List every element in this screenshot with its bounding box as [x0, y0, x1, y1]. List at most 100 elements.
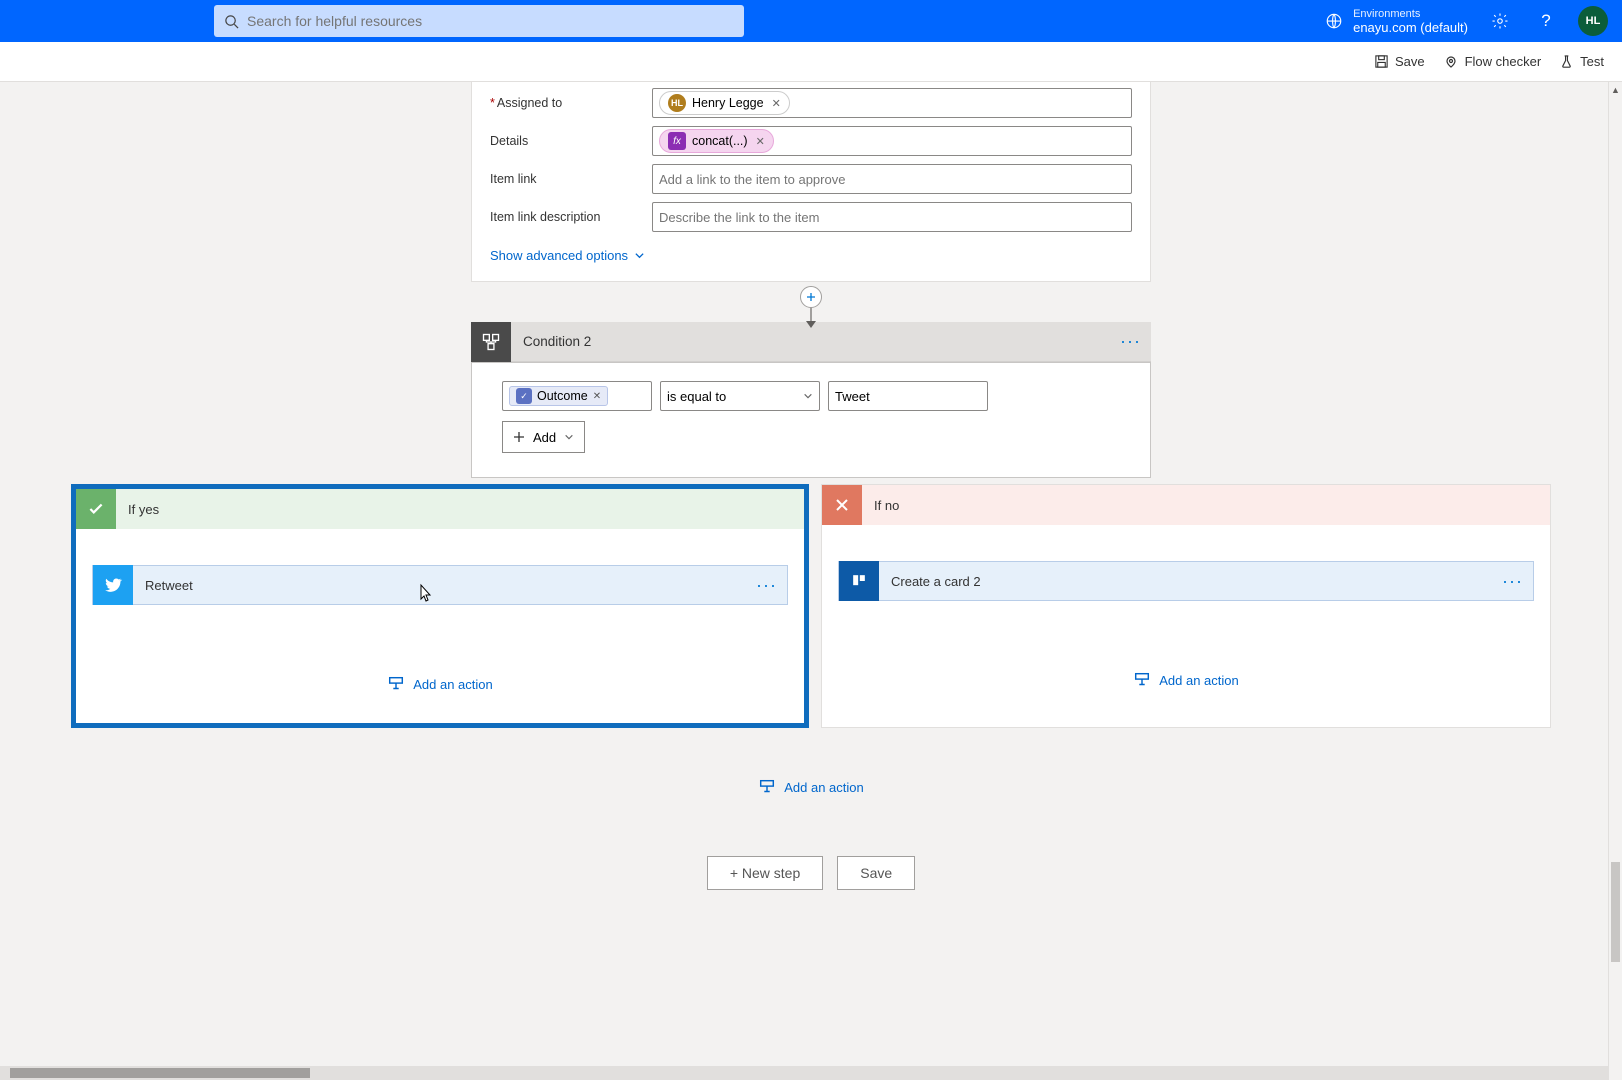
- test-button[interactable]: Test: [1559, 54, 1604, 69]
- fx-token[interactable]: fx concat(...) ✕: [659, 129, 774, 153]
- action-menu-button[interactable]: ···: [756, 575, 777, 596]
- if-no-header[interactable]: If no: [822, 485, 1550, 525]
- operator-label: is equal to: [667, 389, 726, 404]
- plus-icon: [806, 292, 816, 302]
- item-link-desc-label: Item link description: [490, 210, 640, 224]
- test-label: Test: [1580, 54, 1604, 69]
- add-step-button[interactable]: [800, 286, 822, 308]
- new-step-button[interactable]: + New step: [707, 856, 823, 890]
- retweet-action-title: Retweet: [145, 578, 193, 593]
- twitter-icon: [93, 565, 133, 605]
- condition-card: Condition 2 ··· ✓ Outcome ✕ is equal to …: [471, 322, 1151, 478]
- if-no-title: If no: [874, 498, 899, 513]
- assigned-to-label: Assigned to: [490, 96, 640, 110]
- condition-menu-button[interactable]: ···: [1120, 331, 1141, 352]
- add-action-bottom-label: Add an action: [784, 780, 864, 795]
- scroll-thumb[interactable]: [1611, 862, 1620, 962]
- question-icon: ?: [1541, 11, 1550, 31]
- close-icon: [822, 485, 862, 525]
- chevron-down-icon: [564, 432, 574, 442]
- environment-name: enayu.com (default): [1353, 20, 1468, 35]
- outcome-token-label: Outcome: [537, 389, 588, 403]
- trello-action-title: Create a card 2: [891, 574, 981, 589]
- plus-icon: [513, 431, 525, 443]
- add-action-no[interactable]: Add an action: [822, 671, 1550, 689]
- save-icon: [1374, 54, 1389, 69]
- add-action-icon: [758, 778, 776, 796]
- approval-card: Assigned to HL Henry Legge ✕ Details fx …: [471, 82, 1151, 282]
- condition-header[interactable]: Condition 2 ···: [471, 322, 1151, 362]
- search-input[interactable]: [247, 13, 734, 29]
- flow-checker-label: Flow checker: [1465, 54, 1542, 69]
- item-link-desc-input[interactable]: [659, 210, 1125, 225]
- if-no-branch: If no Create a card 2 ··· Add an action: [821, 484, 1551, 728]
- condition-operator[interactable]: is equal to: [660, 381, 820, 411]
- environment-icon: [1325, 12, 1343, 30]
- flow-checker-icon: [1443, 54, 1459, 70]
- action-menu-button[interactable]: ···: [1502, 571, 1523, 592]
- item-link-desc-field[interactable]: [652, 202, 1132, 232]
- details-field[interactable]: fx concat(...) ✕: [652, 126, 1132, 156]
- help-button[interactable]: ?: [1532, 7, 1560, 35]
- condition-value[interactable]: Tweet: [828, 381, 988, 411]
- outcome-token[interactable]: ✓ Outcome ✕: [509, 386, 608, 406]
- remove-outcome-icon[interactable]: ✕: [593, 391, 601, 402]
- command-bar: Save Flow checker Test: [0, 42, 1622, 82]
- if-yes-title: If yes: [128, 502, 159, 517]
- item-link-label: Item link: [490, 172, 640, 186]
- add-action-no-label: Add an action: [1159, 673, 1239, 688]
- condition-field[interactable]: ✓ Outcome ✕: [502, 381, 652, 411]
- remove-fx-icon[interactable]: ✕: [756, 135, 765, 148]
- assigned-to-field[interactable]: HL Henry Legge ✕: [652, 88, 1132, 118]
- arrow-down-icon: [806, 321, 816, 328]
- add-action-icon: [1133, 671, 1151, 689]
- chevron-down-icon: [634, 250, 645, 261]
- user-token[interactable]: HL Henry Legge ✕: [659, 91, 790, 115]
- trello-action[interactable]: Create a card 2 ···: [838, 561, 1534, 601]
- if-yes-header[interactable]: If yes: [76, 489, 804, 529]
- condition-value-text: Tweet: [835, 389, 870, 404]
- user-avatar-small: HL: [668, 94, 686, 112]
- approval-icon: ✓: [516, 388, 532, 404]
- show-advanced-link[interactable]: Show advanced options: [490, 248, 645, 263]
- item-link-field[interactable]: [652, 164, 1132, 194]
- user-avatar[interactable]: HL: [1578, 6, 1608, 36]
- item-link-input[interactable]: [659, 172, 1125, 187]
- fx-token-text: concat(...): [692, 134, 748, 148]
- settings-button[interactable]: [1486, 7, 1514, 35]
- save-button[interactable]: Save: [1374, 54, 1425, 69]
- chevron-down-icon: [803, 391, 813, 401]
- vertical-scrollbar[interactable]: ▲: [1608, 82, 1622, 1080]
- gear-icon: [1491, 12, 1509, 30]
- details-label: Details: [490, 134, 640, 148]
- fx-icon: fx: [668, 132, 686, 150]
- trello-icon: [839, 561, 879, 601]
- remove-user-icon[interactable]: ✕: [772, 97, 781, 110]
- flow-checker-button[interactable]: Flow checker: [1443, 54, 1542, 70]
- condition-title: Condition 2: [523, 334, 591, 349]
- environments-label: Environments: [1353, 8, 1468, 20]
- add-row-button[interactable]: Add: [502, 421, 585, 453]
- top-bar: Environments enayu.com (default) ? HL: [0, 0, 1622, 42]
- add-row-label: Add: [533, 430, 556, 445]
- add-action-bottom[interactable]: Add an action: [0, 778, 1622, 796]
- scroll-thumb[interactable]: [10, 1068, 310, 1078]
- add-action-yes[interactable]: Add an action: [76, 675, 804, 693]
- user-token-name: Henry Legge: [692, 96, 764, 110]
- environment-picker[interactable]: Environments enayu.com (default): [1325, 8, 1468, 35]
- if-yes-branch: If yes Retweet ··· Add an action: [71, 484, 809, 728]
- connector-line: [810, 288, 812, 322]
- scroll-up-arrow[interactable]: ▲: [1609, 82, 1622, 98]
- retweet-action[interactable]: Retweet ···: [92, 565, 788, 605]
- check-icon: [76, 489, 116, 529]
- horizontal-scrollbar[interactable]: [0, 1066, 1608, 1080]
- condition-rule: ✓ Outcome ✕ is equal to Tweet: [502, 381, 1120, 411]
- save-flow-button[interactable]: Save: [837, 856, 915, 890]
- show-advanced-label: Show advanced options: [490, 248, 628, 263]
- flask-icon: [1559, 54, 1574, 69]
- add-action-yes-label: Add an action: [413, 677, 493, 692]
- condition-icon: [471, 322, 511, 362]
- save-label: Save: [1395, 54, 1425, 69]
- search-box[interactable]: [214, 5, 744, 37]
- add-action-icon: [387, 675, 405, 693]
